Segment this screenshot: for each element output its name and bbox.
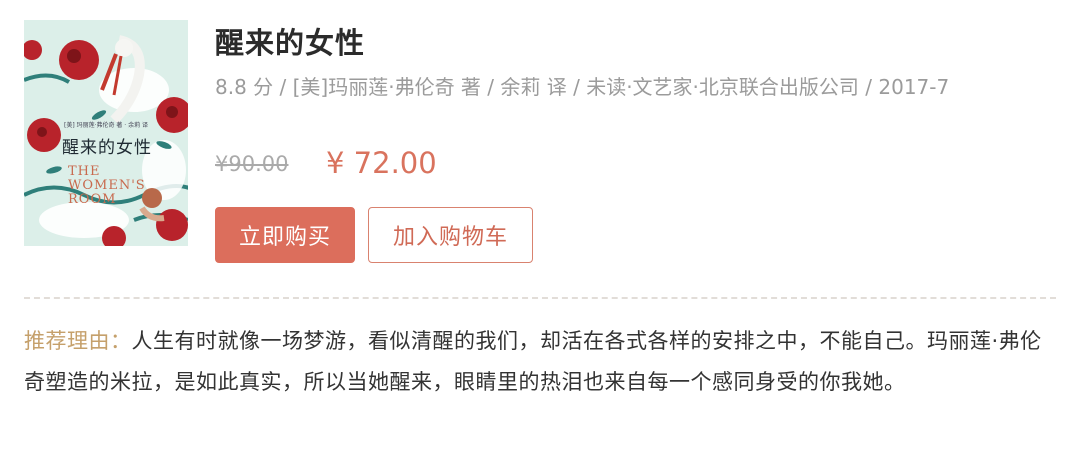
- cover-english-title: THE WOMEN'S ROOM: [68, 164, 146, 207]
- buy-now-button[interactable]: 立即购买: [215, 207, 355, 263]
- sale-price: ¥ 72.00: [326, 146, 437, 180]
- recommendation-label: 推荐理由：: [24, 329, 132, 353]
- book-meta: 8.8 分 / [美]玛丽莲·弗伦奇 著 / 余莉 译 / 未读·文艺家·北京联…: [215, 75, 950, 99]
- book-title[interactable]: 醒来的女性: [215, 20, 365, 62]
- recommendation-text: 人生有时就像一场梦游，看似清醒的我们，却活在各式各样的安排之中，不能自己。玛丽莲…: [24, 329, 1042, 394]
- recommendation-block: 推荐理由：人生有时就像一场梦游，看似清醒的我们，却活在各式各样的安排之中，不能自…: [24, 321, 1050, 403]
- book-cover-image[interactable]: [美] 玛丽莲·弗伦奇 著 · 余莉 译 醒来的女性 THE WOMEN'S R…: [24, 20, 188, 246]
- book-product-card: [美] 玛丽莲·弗伦奇 著 · 余莉 译 醒来的女性 THE WOMEN'S R…: [0, 0, 1080, 469]
- add-to-cart-button[interactable]: 加入购物车: [368, 207, 533, 263]
- original-price: ¥90.00: [215, 152, 289, 176]
- dashed-divider: [24, 297, 1056, 299]
- cover-title-text: 醒来的女性: [62, 138, 152, 158]
- cover-author-text: [美] 玛丽莲·弗伦奇 著 · 余莉 译: [64, 122, 149, 129]
